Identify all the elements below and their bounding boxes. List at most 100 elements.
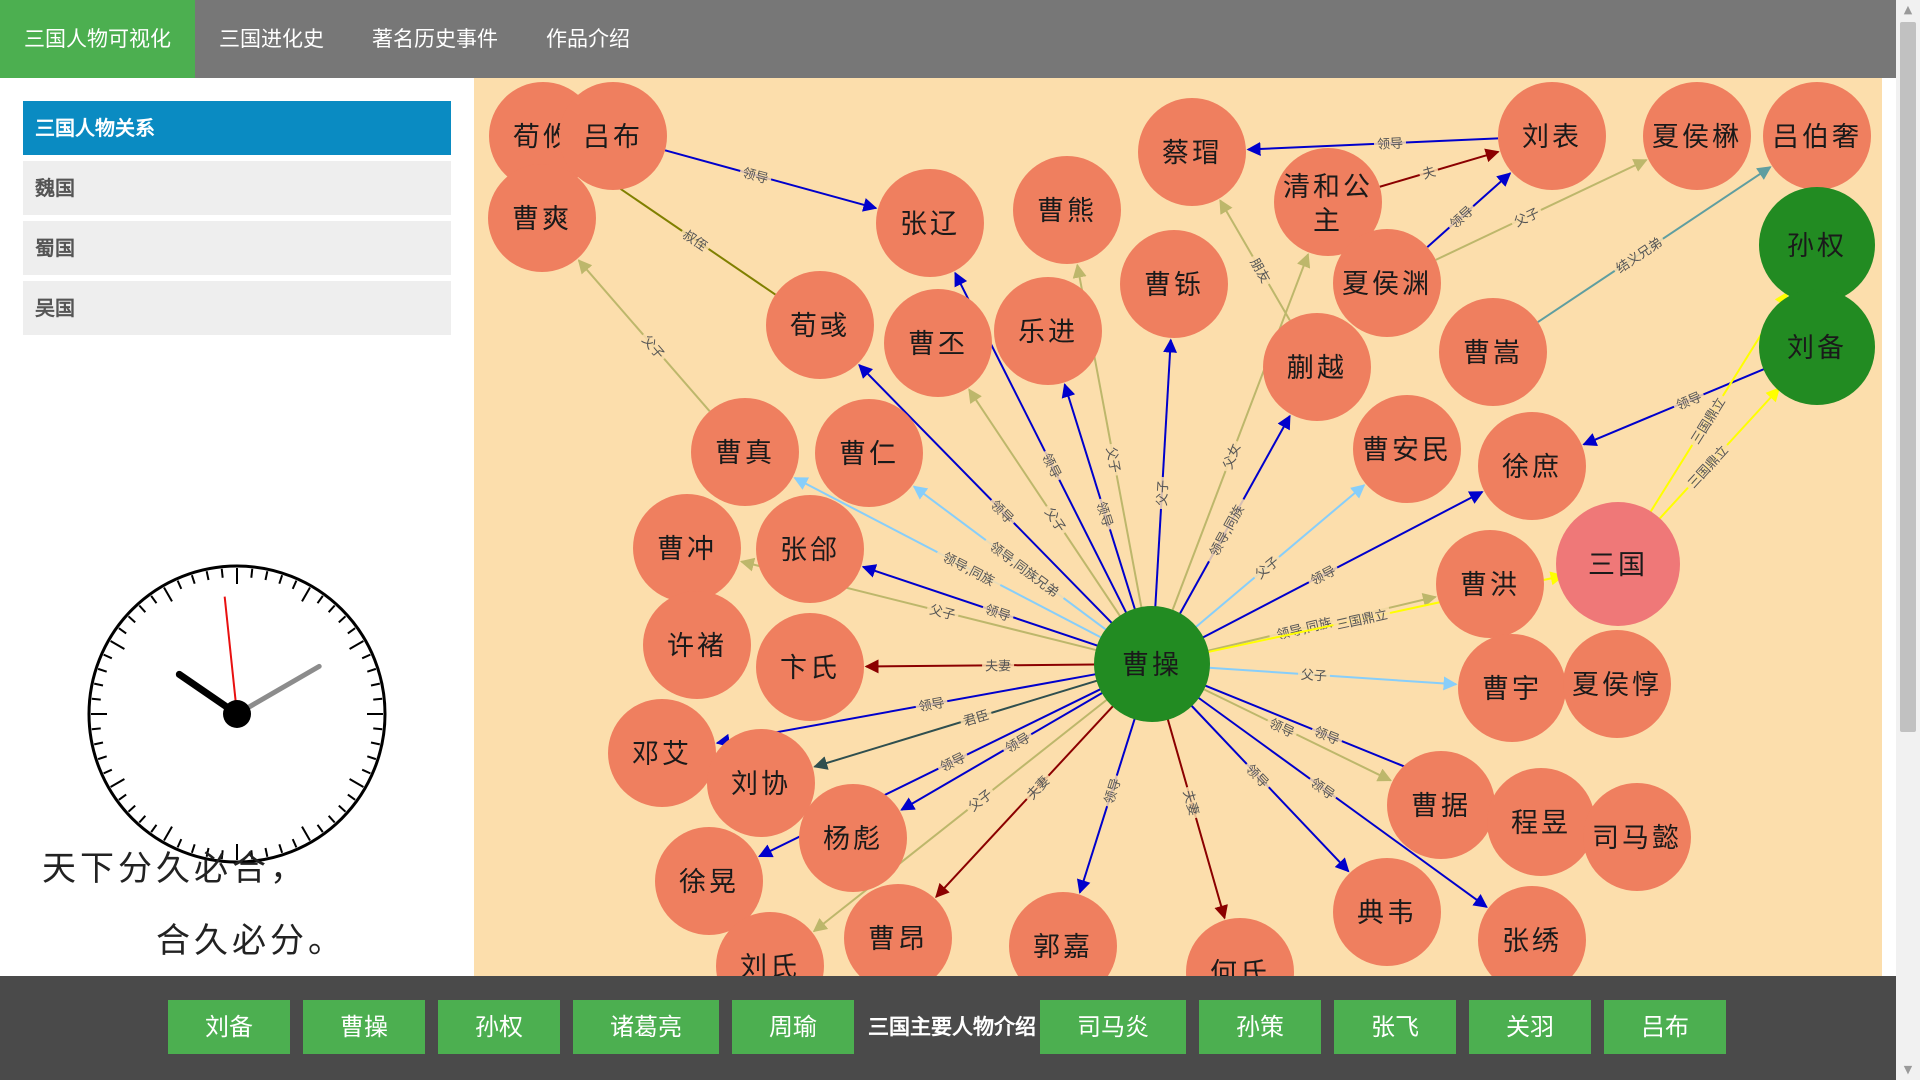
character-node[interactable]: 刘备 bbox=[1759, 289, 1875, 405]
relation-edge bbox=[1246, 137, 1499, 156]
character-node-label: 吕布 bbox=[583, 122, 643, 153]
character-node[interactable]: 何氏 bbox=[1186, 918, 1294, 976]
clock-tick bbox=[91, 727, 101, 731]
edge-label: 三国鼎立 bbox=[1686, 443, 1732, 491]
character-node[interactable]: 乐进 bbox=[994, 277, 1102, 385]
scrollbar-thumb[interactable] bbox=[1900, 22, 1916, 732]
character-node-label: 夏侯惇 bbox=[1572, 670, 1662, 701]
character-node[interactable]: 曹洪 bbox=[1436, 530, 1544, 638]
character-node[interactable]: 吕布 bbox=[559, 82, 667, 190]
character-node[interactable]: 曹安民 bbox=[1353, 395, 1461, 503]
character-button-zhugeliang[interactable]: 诸葛亮 bbox=[573, 1000, 719, 1054]
character-node[interactable]: 程昱 bbox=[1487, 768, 1595, 876]
nav-item-evolution[interactable]: 三国进化史 bbox=[195, 0, 348, 78]
character-node[interactable]: 邓艾 bbox=[608, 699, 716, 807]
character-button-zhangfei[interactable]: 张飞 bbox=[1334, 1000, 1456, 1054]
character-node-label: 曹爽 bbox=[512, 204, 572, 235]
sidebar: 三国人物关系 魏国 蜀国 吴国 天下分久必合， 合久必分。 bbox=[0, 78, 474, 976]
character-node-label: 夏侯渊 bbox=[1342, 269, 1432, 300]
page-scrollbar[interactable]: ▲ ▼ bbox=[1896, 0, 1920, 1080]
character-node-label: 曹洪 bbox=[1460, 570, 1520, 601]
character-node[interactable]: 夏侯惇 bbox=[1563, 630, 1671, 738]
character-button-zhouyu[interactable]: 周瑜 bbox=[732, 1000, 854, 1054]
edge-label: 领导 bbox=[918, 696, 946, 715]
character-button-liubei[interactable]: 刘备 bbox=[168, 1000, 290, 1054]
character-node[interactable]: 张郃 bbox=[756, 495, 864, 603]
edge-label: 父女 bbox=[1220, 441, 1244, 471]
relation-edge bbox=[1208, 666, 1458, 691]
character-node-label: 荀彧 bbox=[790, 311, 850, 342]
scroll-up-arrow-icon[interactable]: ▲ bbox=[1896, 0, 1920, 20]
character-node-label: 刘表 bbox=[1522, 122, 1582, 153]
character-node[interactable]: 曹操 bbox=[1094, 606, 1210, 722]
character-node[interactable]: 典韦 bbox=[1333, 858, 1441, 966]
character-node-label: 乐进 bbox=[1018, 317, 1078, 348]
character-node-label: 曹据 bbox=[1411, 791, 1471, 822]
character-node-label: 曹宇 bbox=[1482, 674, 1542, 705]
character-node-label: 吕伯奢 bbox=[1772, 122, 1862, 153]
character-node[interactable]: 吕伯奢 bbox=[1763, 82, 1871, 190]
nav-item-events[interactable]: 著名历史事件 bbox=[348, 0, 522, 78]
character-button-sunce[interactable]: 孙策 bbox=[1199, 1000, 1321, 1054]
character-node[interactable]: 蔡瑁 bbox=[1138, 98, 1246, 206]
edge-label: 父子 bbox=[1300, 668, 1327, 685]
character-node[interactable]: 曹真 bbox=[691, 398, 799, 506]
character-node[interactable]: 郭嘉 bbox=[1009, 892, 1117, 976]
sidebar-item-wu[interactable]: 吴国 bbox=[23, 281, 451, 335]
character-node[interactable]: 曹铄 bbox=[1120, 230, 1228, 338]
relation-edge bbox=[1379, 148, 1500, 188]
character-node[interactable]: 荀彧 bbox=[766, 271, 874, 379]
character-node[interactable]: 孙权 bbox=[1759, 187, 1875, 303]
nav-item-about[interactable]: 作品介绍 bbox=[522, 0, 654, 78]
poem-line-2: 合久必分。 bbox=[156, 921, 346, 961]
nodes-layer: 曹操荀攸 吕布曹爽 张辽 曹熊蔡瑁清和公主刘表 夏侯楙 吕伯奢孙权刘备荀彧曹丕 乐进曹铄 夏侯… bbox=[488, 82, 1875, 976]
relation-edge bbox=[1061, 383, 1136, 610]
edge-label: 领导 bbox=[983, 602, 1012, 625]
character-node[interactable]: 曹爽 bbox=[488, 164, 596, 272]
nav-item-visualization[interactable]: 三国人物可视化 bbox=[0, 0, 195, 78]
character-button-sunquan[interactable]: 孙权 bbox=[438, 1000, 560, 1054]
character-node[interactable]: 曹丕 bbox=[884, 289, 992, 397]
character-node[interactable]: 曹嵩 bbox=[1439, 298, 1547, 406]
character-node[interactable]: 徐庶 bbox=[1478, 412, 1586, 520]
character-node[interactable]: 卞氏 bbox=[756, 613, 864, 721]
character-node[interactable]: 张辽 bbox=[876, 169, 984, 277]
character-node[interactable]: 曹昂 bbox=[844, 884, 952, 976]
character-node-label: 曹真 bbox=[715, 438, 775, 469]
character-node[interactable]: 司马懿 bbox=[1583, 783, 1691, 891]
character-node[interactable]: 三国 bbox=[1556, 502, 1680, 626]
character-node-label: 曹嵩 bbox=[1463, 338, 1523, 369]
character-node[interactable]: 曹熊 bbox=[1013, 156, 1121, 264]
character-node[interactable]: 杨彪 bbox=[799, 784, 907, 892]
character-node[interactable]: 曹仁 bbox=[815, 399, 923, 507]
character-node-label: 典韦 bbox=[1357, 898, 1417, 929]
character-node-label: 曹操 bbox=[1122, 650, 1182, 681]
character-node[interactable]: 刘协 bbox=[707, 729, 815, 837]
character-node-label: 刘协 bbox=[731, 769, 791, 800]
bottom-bar: 刘备 曹操 孙权 诸葛亮 周瑜 三国主要人物介绍 司马炎 孙策 张飞 关羽 吕布 bbox=[0, 976, 1896, 1080]
sidebar-item-wei[interactable]: 魏国 bbox=[23, 161, 451, 215]
character-button-caocao[interactable]: 曹操 bbox=[303, 1000, 425, 1054]
character-button-simayan[interactable]: 司马炎 bbox=[1040, 1000, 1186, 1054]
character-node-label: 刘氏 bbox=[740, 952, 800, 976]
character-node[interactable]: 曹据 bbox=[1387, 751, 1495, 859]
character-button-guanyu[interactable]: 关羽 bbox=[1469, 1000, 1591, 1054]
character-node-label: 曹安民 bbox=[1362, 435, 1452, 466]
sidebar-item-relations[interactable]: 三国人物关系 bbox=[23, 101, 451, 155]
character-node[interactable]: 夏侯渊 bbox=[1333, 229, 1441, 337]
scroll-down-arrow-icon[interactable]: ▼ bbox=[1896, 1060, 1920, 1080]
character-node[interactable]: 蒯越 bbox=[1263, 313, 1371, 421]
relation-graph-canvas[interactable]: 领导 父子父子 领导父子领导,同族父女父子 领导领导,同族 三国鼎立父子领导 领导领导 领导… bbox=[474, 78, 1882, 976]
character-node[interactable]: 许褚 bbox=[643, 591, 751, 699]
character-node-label: 夏侯楙 bbox=[1652, 122, 1742, 153]
relation-graph[interactable]: 领导 父子 父子 领导 父子 领导,同族 父女 父子 领导 领导,同族 三国鼎立 父子 领导 领导 领导 领导… bbox=[474, 78, 1882, 976]
character-node[interactable]: 刘表 bbox=[1498, 82, 1606, 190]
relation-edge bbox=[1154, 338, 1178, 608]
sidebar-item-shu[interactable]: 蜀国 bbox=[23, 221, 451, 275]
edge-label: 领导 bbox=[1674, 390, 1704, 414]
character-button-lvbu[interactable]: 吕布 bbox=[1604, 1000, 1726, 1054]
character-node[interactable]: 曹宇 bbox=[1458, 634, 1566, 742]
character-node[interactable]: 曹冲 bbox=[633, 494, 741, 602]
character-node[interactable]: 夏侯楙 bbox=[1643, 82, 1751, 190]
character-node[interactable]: 张绣 bbox=[1478, 886, 1586, 976]
